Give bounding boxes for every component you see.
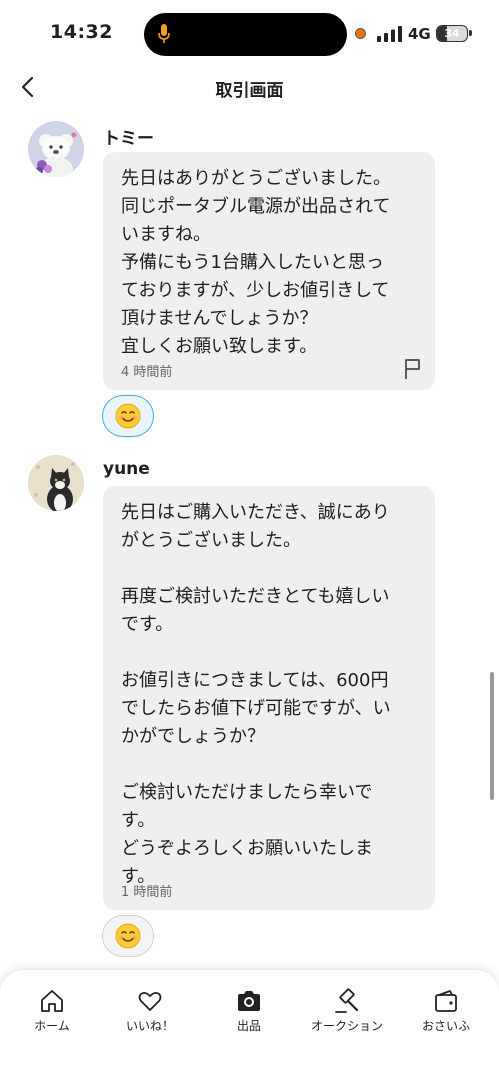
camera-icon — [238, 991, 260, 1011]
sender-name: トミー — [103, 129, 154, 149]
network-type: 4G — [408, 25, 431, 43]
nav-auction[interactable]: オークション — [299, 988, 395, 1038]
report-flag-icon[interactable] — [403, 358, 423, 380]
avatar[interactable] — [28, 455, 84, 511]
avatar-cat-image — [28, 455, 84, 511]
avatar[interactable] — [28, 121, 84, 177]
battery-cap — [469, 30, 472, 36]
status-bar: 14:32 4G 34 — [0, 0, 499, 62]
nav-auction-label: オークション — [310, 1019, 383, 1033]
wallet-icon — [435, 990, 457, 1012]
gavel-icon — [335, 988, 359, 1013]
status-time: 14:32 — [50, 21, 113, 43]
page-title: 取引画面 — [215, 81, 284, 101]
microphone-icon — [158, 24, 170, 43]
recording-indicator-icon — [355, 28, 366, 39]
reaction-button[interactable] — [102, 395, 154, 437]
nav-home-label: ホーム — [34, 1019, 70, 1033]
nav-wallet-label: おさいふ — [421, 1019, 470, 1033]
header: 取引画面 — [0, 62, 499, 114]
heart-icon — [138, 991, 162, 1011]
avatar-bear-image — [28, 121, 84, 177]
message-time: 4 時間前 — [121, 365, 173, 380]
message-text: 先日はご購入いただき、誠にあり がとうございました。 再度ご検討いただきとても嬉… — [121, 502, 391, 887]
smile-emoji-icon — [115, 923, 141, 949]
message-bubble: 先日はありがとうございました。 同じポータブル電源が出品されて いますね。 予備… — [103, 152, 435, 390]
scrollbar[interactable] — [490, 672, 494, 800]
message-time: 1 時間前 — [121, 885, 173, 900]
sender-name: yune — [103, 459, 150, 479]
signal-strength-icon — [377, 26, 402, 42]
battery-percentage: 34 — [444, 27, 460, 40]
home-icon — [41, 990, 63, 1012]
nav-sell-label: 出品 — [236, 1019, 261, 1033]
nav-sell[interactable]: 出品 — [201, 988, 297, 1038]
smile-emoji-icon — [115, 403, 141, 429]
nav-wallet[interactable]: おさいふ — [398, 988, 494, 1038]
message-text: 先日はありがとうございました。 同じポータブル電源が出品されて いますね。 予備… — [121, 168, 391, 357]
nav-likes-label: いいね！ — [125, 1019, 174, 1033]
nav-home[interactable]: ホーム — [4, 988, 100, 1038]
bottom-navigation: ホーム いいね！ 出品 オークション おさいふ — [0, 970, 499, 1080]
nav-likes[interactable]: いいね！ — [102, 988, 198, 1038]
dynamic-island — [144, 13, 347, 56]
reaction-button[interactable] — [102, 915, 154, 957]
battery-icon: 34 — [436, 25, 468, 42]
message-bubble: 先日はご購入いただき、誠にあり がとうございました。 再度ご検討いただきとても嬉… — [103, 486, 435, 910]
